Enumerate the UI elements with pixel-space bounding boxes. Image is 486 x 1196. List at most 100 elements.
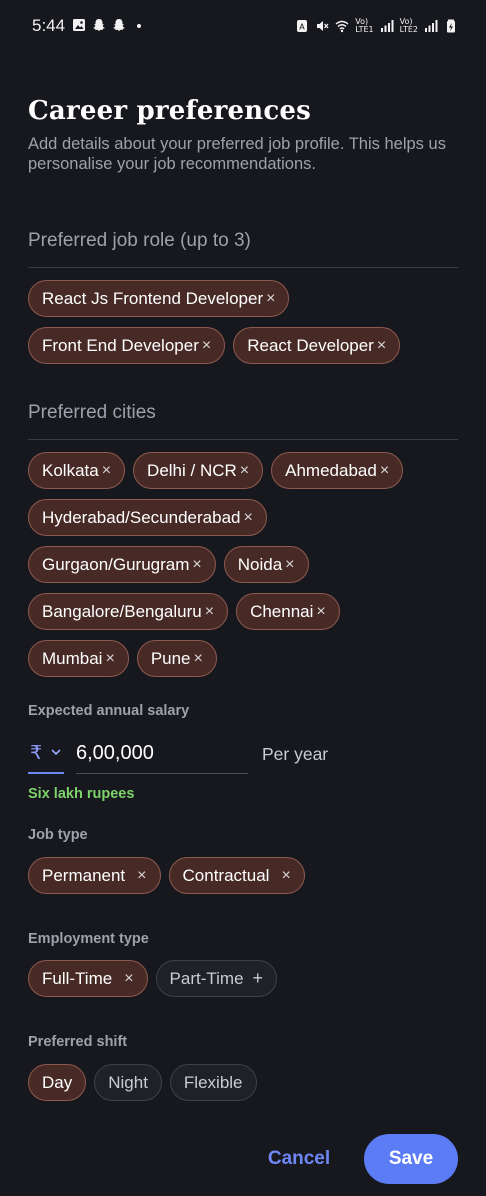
- svg-text:A: A: [299, 23, 305, 32]
- chip-label: Bangalore/Bengaluru: [42, 601, 202, 621]
- job-role-label: Preferred job role (up to 3): [28, 230, 251, 251]
- remove-icon[interactable]: ×: [192, 556, 201, 574]
- city-chip[interactable]: Pune ×: [136, 640, 217, 677]
- job-type-label: Job type: [28, 827, 88, 843]
- city-chip[interactable]: Mumbai ×: [28, 640, 129, 677]
- signal-icon: [425, 20, 438, 32]
- remove-icon[interactable]: ×: [124, 970, 133, 988]
- status-time: 5:44: [32, 16, 66, 35]
- chip-label: Night: [108, 1072, 148, 1092]
- chip-label: Hyderabad/Secunderabad: [42, 507, 241, 527]
- chip-label: React Js Frontend Developer: [42, 288, 264, 308]
- add-icon[interactable]: +: [253, 968, 264, 989]
- remove-icon[interactable]: ×: [194, 650, 203, 668]
- volte2-label: Vo) LTE2: [399, 17, 418, 34]
- remove-icon[interactable]: ×: [102, 462, 111, 480]
- currency-symbol: ₹: [30, 743, 43, 764]
- job-type-chip[interactable]: Contractual ×: [168, 857, 305, 894]
- job-type-chip[interactable]: Permanent ×: [28, 857, 161, 894]
- cities-row: Bangalore/Bengaluru × Chennai ×: [28, 593, 340, 630]
- employment-type-row: Full-Time × Part-Time +: [28, 960, 278, 997]
- shift-chip[interactable]: Night: [94, 1064, 162, 1101]
- page-title: Career preferences: [28, 96, 311, 126]
- chip-label: Flexible: [183, 1072, 243, 1092]
- snapchat-icon: [93, 19, 105, 31]
- job-type-row: Permanent × Contractual ×: [28, 857, 305, 894]
- remove-icon[interactable]: ×: [105, 650, 114, 668]
- salary-value: 6,00,000: [76, 742, 154, 764]
- chip-label: Chennai: [250, 601, 314, 621]
- remove-icon[interactable]: ×: [316, 603, 325, 621]
- chip-label: Permanent: [42, 865, 126, 885]
- job-role-row: React Js Frontend Developer ×: [28, 280, 290, 317]
- job-role-divider: [28, 267, 458, 268]
- shift-chip-selected[interactable]: Day: [28, 1064, 87, 1101]
- job-role-chip[interactable]: React Js Frontend Developer ×: [28, 280, 290, 317]
- chip-label: Pune: [150, 648, 191, 668]
- employment-type-label: Employment type: [28, 931, 149, 947]
- currency-dropdown[interactable]: ₹: [28, 742, 64, 774]
- city-chip[interactable]: Noida ×: [223, 546, 309, 583]
- city-chip[interactable]: Gurgaon/Gurugram ×: [28, 546, 216, 583]
- chevron-down-icon: [51, 749, 61, 756]
- remove-icon[interactable]: ×: [281, 867, 290, 885]
- chip-label: Gurgaon/Gurugram: [42, 554, 190, 574]
- volte1-label: Vo) LTE1: [355, 17, 374, 34]
- remove-icon[interactable]: ×: [243, 509, 252, 527]
- chip-label: Delhi / NCR: [147, 460, 237, 480]
- chip-label: Day: [42, 1072, 73, 1092]
- cities-row: Gurgaon/Gurugram × Noida ×: [28, 546, 309, 583]
- battery-icon: [447, 19, 455, 33]
- snapchat-icon: [113, 19, 125, 31]
- wifi-icon: [335, 20, 349, 33]
- save-button[interactable]: Save: [364, 1134, 458, 1184]
- shift-row: Day Night Flexible: [28, 1064, 257, 1101]
- chip-label: Front End Developer: [42, 335, 199, 355]
- city-chip[interactable]: Ahmedabad ×: [271, 452, 404, 489]
- page-subtitle: Add details about your preferred job pro…: [28, 135, 446, 173]
- chip-label: Contractual: [182, 865, 270, 885]
- cities-label: Preferred cities: [28, 402, 156, 423]
- status-bar: 5:44 A Vo) LTE1 Vo) LTE2: [0, 0, 486, 54]
- remove-icon[interactable]: ×: [240, 462, 249, 480]
- chip-label: React Developer: [247, 335, 374, 355]
- chip-label: Ahmedabad: [285, 460, 377, 480]
- job-role-chip[interactable]: Front End Developer ×: [28, 327, 226, 364]
- remove-icon[interactable]: ×: [202, 337, 211, 355]
- city-chip[interactable]: Kolkata ×: [28, 452, 126, 489]
- city-chip[interactable]: Bangalore/Bengaluru ×: [28, 593, 229, 630]
- employment-type-chip-selected[interactable]: Full-Time ×: [28, 960, 148, 997]
- city-chip[interactable]: Delhi / NCR ×: [133, 452, 264, 489]
- cities-row: Hyderabad/Secunderabad ×: [28, 499, 267, 536]
- status-right-icons: A Vo) LTE1 Vo) LTE2: [295, 18, 458, 34]
- mute-icon: [317, 21, 329, 31]
- signal-icon: [380, 20, 394, 32]
- remove-icon[interactable]: ×: [137, 867, 146, 885]
- salary-input[interactable]: 6,00,000: [76, 742, 248, 774]
- job-role-chip[interactable]: React Developer ×: [233, 327, 401, 364]
- shift-label: Preferred shift: [28, 1034, 128, 1050]
- cancel-button[interactable]: Cancel: [252, 1134, 346, 1184]
- data-saver-icon: A: [297, 20, 308, 32]
- remove-icon[interactable]: ×: [285, 556, 294, 574]
- city-chip[interactable]: Hyderabad/Secunderabad ×: [28, 499, 267, 536]
- notification-dot-icon: [137, 24, 141, 28]
- remove-icon[interactable]: ×: [266, 290, 275, 308]
- chip-label: Full-Time: [42, 968, 113, 988]
- city-chip[interactable]: Chennai ×: [236, 593, 340, 630]
- status-left-icons: [72, 18, 146, 32]
- salary-label: Expected annual salary: [28, 703, 190, 719]
- chip-label: Mumbai: [42, 648, 103, 668]
- chip-label: Part-Time: [169, 968, 244, 988]
- shift-chip[interactable]: Flexible: [169, 1064, 257, 1101]
- remove-icon[interactable]: ×: [380, 462, 389, 480]
- chip-label: Kolkata: [42, 460, 99, 480]
- salary-period: Per year: [262, 744, 329, 764]
- gallery-icon: [73, 19, 85, 31]
- remove-icon[interactable]: ×: [377, 337, 386, 355]
- salary-in-words: Six lakh rupees: [28, 786, 135, 802]
- job-role-row: Front End Developer × React Developer ×: [28, 327, 401, 364]
- employment-type-chip[interactable]: Part-Time +: [155, 960, 278, 997]
- chip-label: Noida: [237, 554, 283, 574]
- remove-icon[interactable]: ×: [205, 603, 214, 621]
